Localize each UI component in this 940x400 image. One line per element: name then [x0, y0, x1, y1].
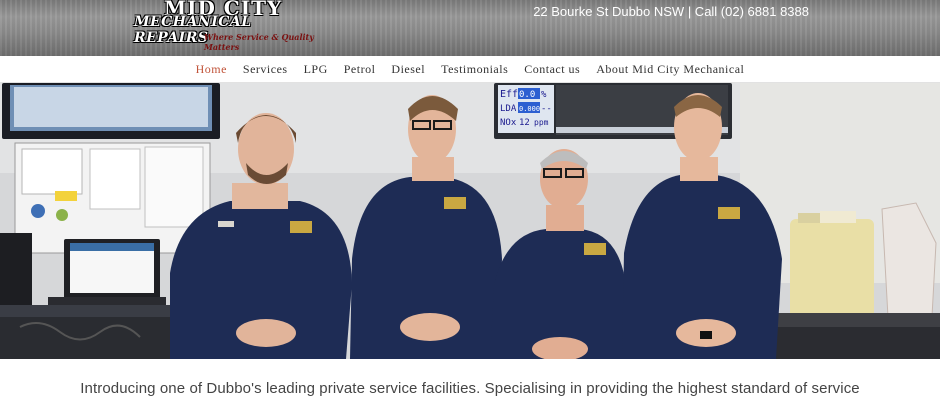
intro-paragraph: Introducing one of Dubbo's leading priva…	[80, 380, 860, 397]
header-contact-info: 22 Bourke St Dubbo NSW | Call (02) 6881 …	[533, 4, 809, 19]
fuel-container	[790, 211, 874, 319]
screen-nox-value: 12	[519, 118, 530, 128]
main-nav: Home Services LPG Petrol Diesel Testimon…	[0, 56, 940, 83]
screen-lda-label: LDA	[500, 104, 517, 114]
screen-nox-label: NOx	[500, 118, 517, 128]
nav-item-home[interactable]: Home	[188, 62, 235, 77]
nav-item-contact[interactable]: Contact us	[516, 62, 588, 77]
nav-item-diesel[interactable]: Diesel	[383, 62, 433, 77]
whiteboard	[14, 142, 211, 254]
screen-eff-label: Eff	[500, 89, 518, 100]
nav-item-about[interactable]: About Mid City Mechanical	[588, 62, 752, 77]
laptop	[48, 239, 166, 305]
site-header: MID CITY MECHANICAL REPAIRS Where Servic…	[0, 0, 940, 56]
logo-tagline: Where Service & Quality Matters	[204, 32, 314, 52]
left-monitor	[2, 83, 220, 139]
screen-eff-value: 0.0	[519, 90, 535, 100]
nav-item-petrol[interactable]: Petrol	[336, 62, 384, 77]
screen-lda-unit: --	[541, 104, 552, 114]
screen-lda-value: 0.000	[519, 105, 540, 113]
hero-photo: Eff 0.0 % LDA 0.000 -- NOx 12 ppm	[0, 83, 940, 359]
team-photo: Eff 0.0 % LDA 0.000 -- NOx 12 ppm	[0, 83, 940, 359]
screen-eff-unit: %	[541, 90, 547, 100]
nav-item-services[interactable]: Services	[235, 62, 296, 77]
nav-item-lpg[interactable]: LPG	[296, 62, 336, 77]
screen-nox-unit: ppm	[534, 118, 549, 127]
nav-item-testimonials[interactable]: Testimonials	[433, 62, 516, 77]
site-logo[interactable]: MID CITY MECHANICAL REPAIRS Where Servic…	[134, 0, 324, 54]
